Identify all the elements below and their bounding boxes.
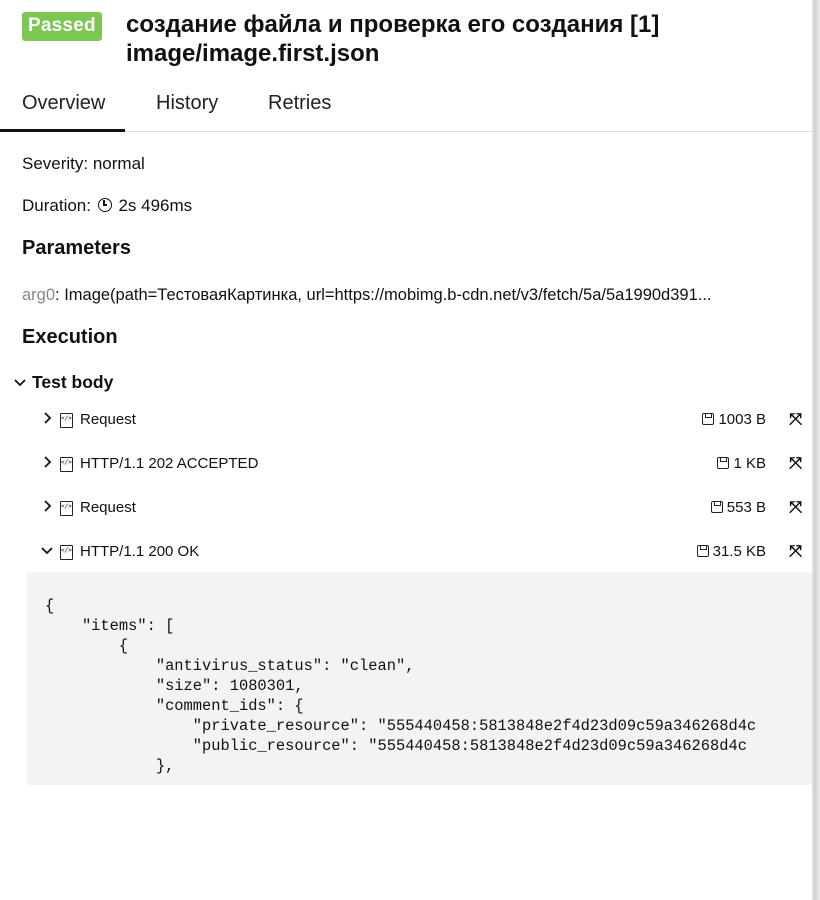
file-code-icon (60, 413, 73, 428)
parameter-value: : Image(path=ТестоваяКартинка, url=https… (55, 286, 712, 304)
tab-retries[interactable]: Retries (268, 92, 331, 115)
expand-icon[interactable]: ⤧ (789, 500, 802, 516)
step-name: Request (80, 411, 136, 428)
step-name: HTTP/1.1 202 ACCEPTED (80, 455, 259, 472)
step-name: HTTP/1.1 200 OK (80, 543, 200, 560)
size-value: 553 B (726, 499, 766, 516)
parameter-row: arg0: Image(path=ТестоваяКартинка, url=h… (22, 286, 802, 305)
clock-icon (97, 198, 112, 212)
chevron-right-icon (40, 455, 54, 472)
execution-heading: Execution (22, 326, 118, 348)
json-code: { "items": [ { "antivirus_status": "clea… (45, 597, 757, 775)
test-name: создание файла и проверка его создания [… (126, 11, 660, 38)
attachment-size: 1003 B (702, 411, 766, 428)
json-attachment-viewer[interactable]: { "items": [ { "antivirus_status": "clea… (27, 572, 812, 785)
size-value: 31.5 KB (712, 543, 766, 560)
duration-value: 2s 496ms (118, 196, 193, 215)
parameter-key: arg0 (22, 286, 56, 304)
expand-icon[interactable]: ⤧ (789, 412, 802, 428)
duration-label: Duration: (22, 196, 91, 215)
size-value: 1003 B (718, 411, 766, 428)
chevron-right-icon (40, 499, 54, 516)
attachment-size: 553 B (710, 499, 766, 516)
step-row[interactable]: HTTP/1.1 202 ACCEPTED 1 KB ⤧ (40, 455, 804, 477)
save-icon (710, 501, 723, 513)
tab-bar: Overview History Retries (0, 80, 812, 132)
parameters-heading: Parameters (22, 237, 131, 259)
step-row[interactable]: Request 553 B ⤧ (40, 499, 804, 521)
window-edge (812, 0, 820, 900)
file-code-icon (60, 501, 73, 516)
tab-overview[interactable]: Overview (0, 92, 126, 132)
test-body-label: Test body (32, 372, 114, 392)
duration-row: Duration: 2s 496ms (22, 196, 192, 216)
chevron-down-icon (14, 372, 32, 393)
attachment-size: 31.5 KB (696, 543, 766, 560)
chevron-down-icon (40, 543, 54, 560)
file-code-icon (60, 457, 73, 472)
step-row[interactable]: Request 1003 B ⤧ (40, 411, 804, 433)
status-badge: Passed (22, 12, 102, 41)
save-icon (696, 545, 709, 557)
file-code-icon (60, 545, 73, 560)
save-icon (702, 413, 715, 425)
size-value: 1 KB (733, 455, 766, 472)
save-icon (717, 457, 730, 469)
severity-text: Severity: normal (22, 154, 145, 173)
tab-history[interactable]: History (156, 92, 218, 115)
chevron-right-icon (40, 411, 54, 428)
step-name: Request (80, 499, 136, 516)
test-path: image/image.first.json (126, 40, 380, 67)
attachment-size: 1 KB (717, 455, 766, 472)
test-body-toggle[interactable]: Test body (14, 372, 113, 393)
page-title: создание файла и проверка его создания [… (126, 10, 659, 68)
expand-icon[interactable]: ⤧ (789, 456, 802, 472)
step-row[interactable]: HTTP/1.1 200 OK 31.5 KB ⤧ (40, 543, 804, 565)
expand-icon[interactable]: ⤧ (789, 544, 802, 560)
